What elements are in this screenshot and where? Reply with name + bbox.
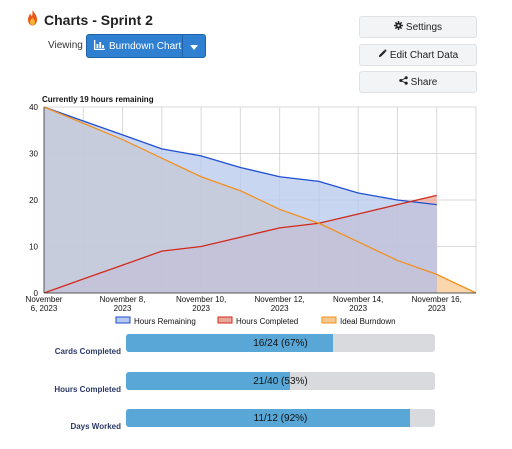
legend-item: Hours Remaining (115, 316, 196, 326)
y-tick-label: 30 (29, 150, 38, 159)
x-tick-label: November 16, 2023 (412, 295, 462, 313)
progress-text: 16/24 (67%) (253, 337, 308, 349)
burndown-chart: 010203040November 6, 2023November 8, 2023N… (26, 103, 477, 326)
legend-label: Ideal Burndown (340, 317, 396, 326)
progress-bar: 21/40 (53%) (126, 372, 435, 390)
x-tick-label: November 6, 2023 (26, 295, 63, 313)
progress-text: 21/40 (53%) (253, 375, 308, 387)
legend-swatch (321, 316, 337, 324)
legend-label: Hours Remaining (134, 317, 196, 326)
x-tick-label: November 8, 2023 (100, 295, 146, 313)
legend-item: Hours Completed (217, 316, 298, 326)
progress-text: 11/12 (92%) (253, 412, 308, 424)
progress-bar: 16/24 (67%) (126, 334, 435, 352)
x-tick-label: November 12, 2023 (255, 295, 305, 313)
stat-label: Days Worked (70, 422, 121, 431)
stat-label: Cards Completed (54, 347, 121, 356)
legend-swatch (115, 316, 131, 324)
legend-label: Hours Completed (236, 317, 298, 326)
chart-legend: Hours Remaining Hours Completed Ideal Burn… (115, 316, 396, 326)
stat-label: Hours Completed (54, 385, 121, 394)
x-tick-label: November 14, 2023 (333, 295, 383, 313)
y-tick-label: 10 (29, 243, 38, 252)
legend-swatch (217, 316, 233, 324)
x-tick-label: November 10, 2023 (176, 295, 226, 313)
y-tick-label: 40 (29, 103, 38, 112)
legend-item: Ideal Burndown (321, 316, 396, 326)
y-tick-label: 20 (29, 196, 38, 205)
progress-bar: 11/12 (92%) (126, 409, 435, 427)
